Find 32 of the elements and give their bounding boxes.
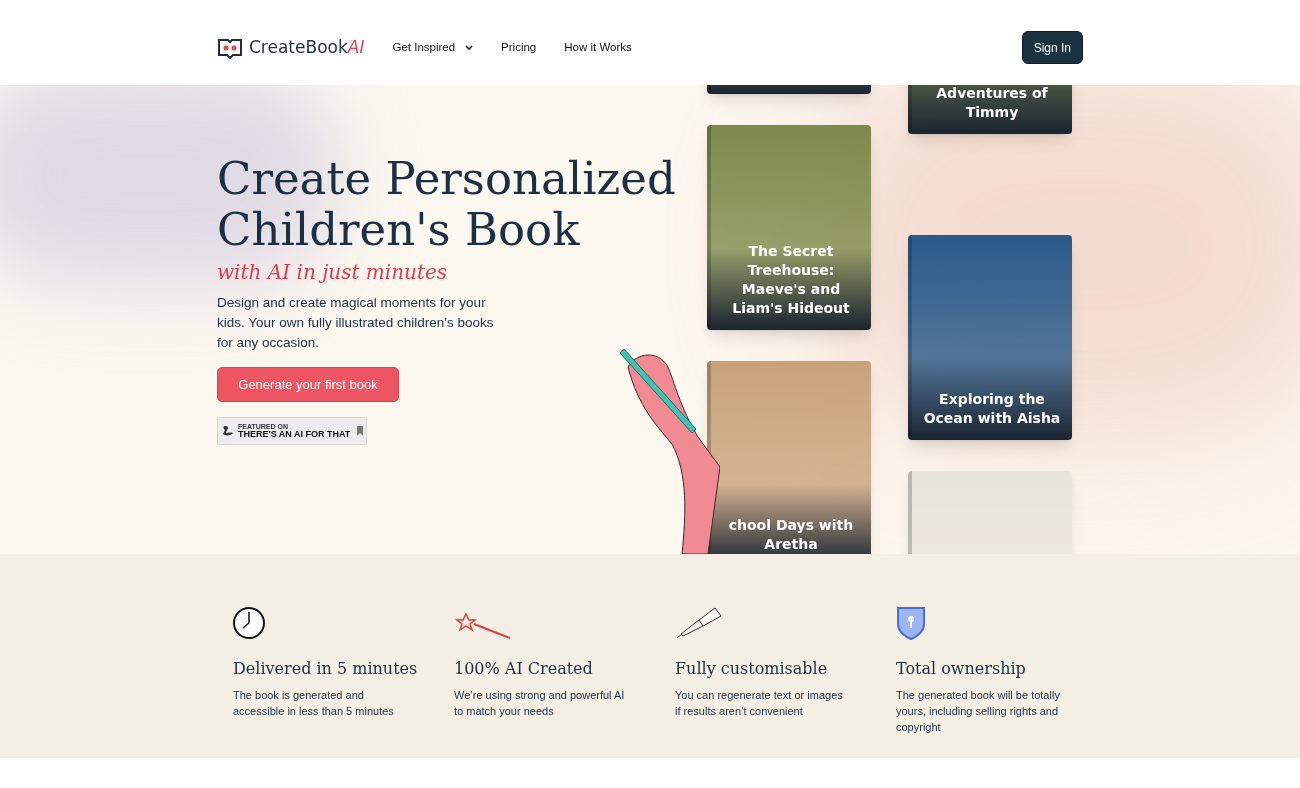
book-title: chool Days with Aretha: [727, 516, 855, 554]
nav-link[interactable]: How it Works: [564, 38, 632, 57]
clock-icon: [233, 606, 265, 640]
sign-in-button[interactable]: Sign In: [1021, 31, 1083, 64]
feature-description: We’re using strong and powerful AI to match your needs: [454, 688, 626, 719]
feature-title: Delivered in 5 minutes: [233, 658, 418, 680]
tagline: with AI in just minutes: [217, 259, 449, 286]
book-logo-icon: [217, 36, 243, 59]
logo-text[interactable]: CreateBookAI: [249, 34, 365, 61]
book-title: Exploring the Ocean with Aisha: [922, 390, 1062, 428]
hero-heading: Children's Book: [217, 204, 580, 255]
feature-title: Total ownership: [896, 658, 1026, 680]
nav-link[interactable]: Pricing: [501, 38, 537, 57]
nav-link[interactable]: Get Inspired: [392, 38, 474, 57]
swan-icon: [221, 424, 235, 438]
book-title: The Secret Treehouse: Maeve's and Liam's Hideout: [731, 242, 851, 318]
book-title: Adventures of Timmy: [935, 85, 1049, 122]
feature-title: Fully customisable: [675, 658, 828, 680]
bookmark-icon: [357, 426, 363, 436]
book-cover[interactable]: chool Days with Aretha: [707, 361, 871, 554]
hero-heading: Create Personalized: [217, 153, 676, 204]
hero-description: Design and create magical moments for your kids. Your own fully illustrated children's books for any occasion.: [217, 294, 495, 352]
feature-description: The generated book will be totally yours, including selling rights and copyright: [896, 688, 1061, 735]
book-cover[interactable]: The Secret Treehouse: Maeve's and Liam's Hideout: [707, 125, 871, 330]
feature-description: You can regenerate text or images if results aren’t convenient: [675, 688, 844, 719]
feature-title: 100% AI Created: [454, 658, 593, 680]
feature-description: The book is generated and accessible in less than 5 minutes: [233, 688, 395, 719]
paintbrush-icon: [675, 606, 723, 640]
badge-text: THERE'S AN AI FOR THAT: [238, 430, 351, 439]
book-cover[interactable]: Exploring the Ocean with Aisha: [908, 235, 1072, 440]
shield-lock-icon: [896, 606, 926, 640]
book-cover[interactable]: Adventures of Timmy: [908, 85, 1072, 134]
